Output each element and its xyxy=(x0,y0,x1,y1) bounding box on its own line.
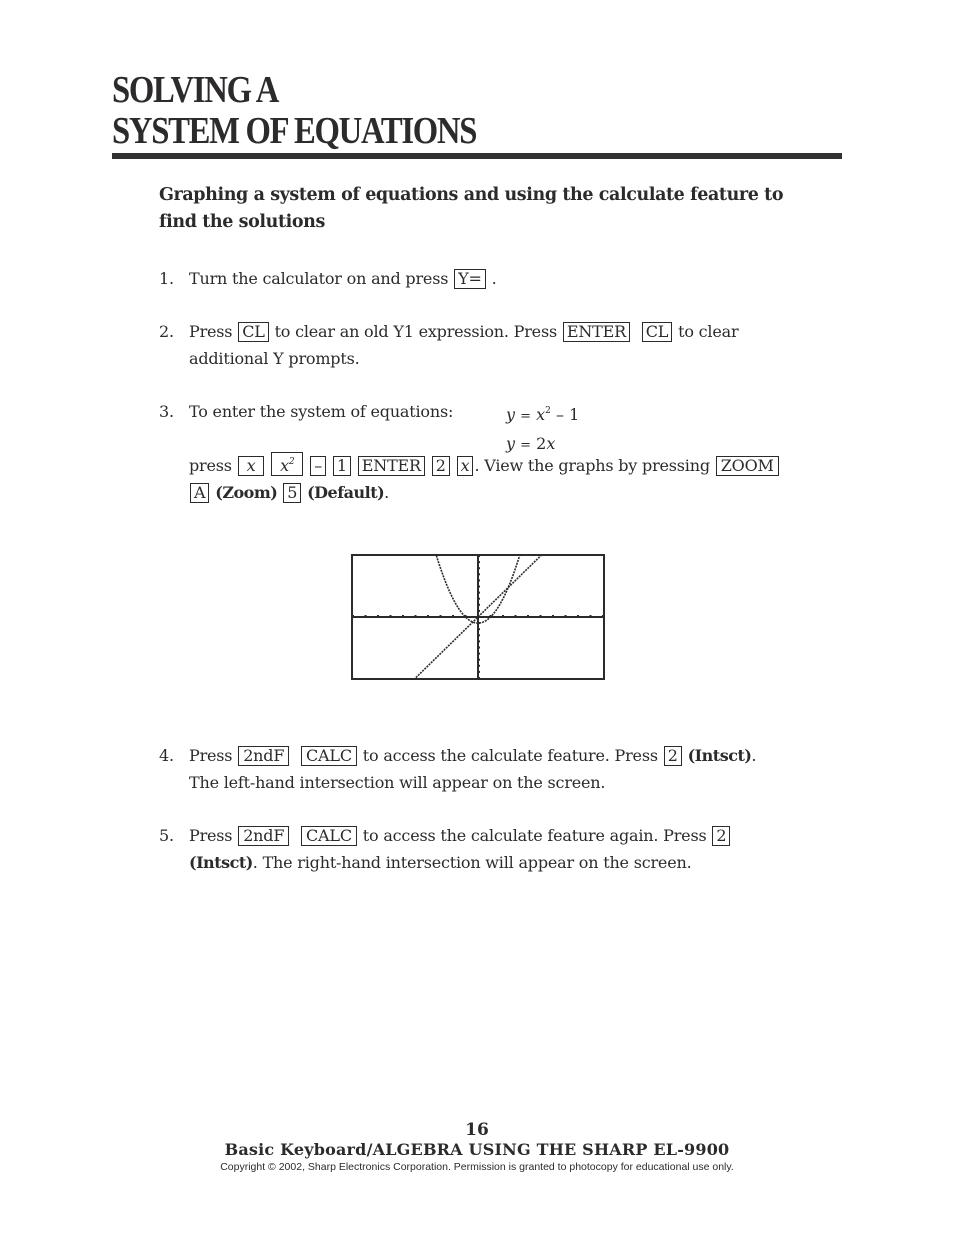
key-x: x xyxy=(237,456,265,476)
step-text: press xyxy=(189,456,232,475)
page-number: 16 xyxy=(465,1120,489,1140)
step-text: additional Y prompts. xyxy=(189,348,360,368)
title-rule xyxy=(112,153,842,159)
step-text: to access the calculate feature. Press xyxy=(362,746,658,765)
step-body: Press 2ndF CALC to access the calculate … xyxy=(189,746,757,792)
step-text: . The right-hand intersection will appea… xyxy=(252,852,692,872)
key-cl: CL xyxy=(238,322,269,342)
key-2: 2 xyxy=(431,456,450,476)
section-subheading: Graphing a system of equations and using… xyxy=(159,185,784,232)
step-text: To enter the system of equations: xyxy=(189,402,454,421)
step-text: to clear xyxy=(678,322,739,341)
key-y-equals: Y= xyxy=(454,269,486,289)
key-5: 5 xyxy=(283,482,302,503)
key-x-squared: x2 xyxy=(271,452,304,476)
step-body: Turn the calculator on and press Y= . xyxy=(189,266,497,293)
key-a: A xyxy=(190,482,210,503)
key-1: 1 xyxy=(332,456,351,476)
step-number: 1. xyxy=(159,269,174,288)
step-text: Press xyxy=(189,322,233,341)
page-title-line-2: SYSTEM OF EQUATIONS xyxy=(112,110,477,152)
key-enter: ENTER xyxy=(562,322,630,342)
key-cl: CL xyxy=(641,322,673,342)
key-zoom: ZOOM xyxy=(715,456,779,476)
key-enter: ENTER xyxy=(357,456,425,476)
equation-2: y = 2x xyxy=(506,433,556,453)
step-number: 5. xyxy=(159,826,174,845)
key-x: x xyxy=(456,456,474,476)
zoom-label: (Zoom) xyxy=(215,482,278,502)
step-text: The left-hand intersection will appear o… xyxy=(189,772,606,792)
key-2ndf: 2ndF xyxy=(238,826,290,846)
step-number: 3. xyxy=(159,402,174,421)
key-2ndf: 2ndF xyxy=(238,746,290,766)
key-2: 2 xyxy=(712,826,731,846)
key-2: 2 xyxy=(663,746,682,766)
step-body: To enter the system of equations: press … xyxy=(189,399,780,506)
intsct-label: (Intsct) xyxy=(687,746,752,765)
page-title: SOLVING A SYSTEM OF EQUATIONS xyxy=(112,69,477,152)
key-calc: CALC xyxy=(301,826,357,846)
step-text: to access the calculate feature again. P… xyxy=(362,826,707,845)
step-body: Press 2ndF CALC to access the calculate … xyxy=(189,823,731,876)
intsct-label: (Intsct) xyxy=(189,852,253,872)
step-body: Press CL to clear an old Y1 expression. … xyxy=(189,319,739,372)
step-text: . xyxy=(491,269,497,288)
equation-system: y = x2 – 1 y = 2x xyxy=(506,398,579,459)
equation-1: y = x2 – 1 xyxy=(506,405,580,424)
graph-plot xyxy=(352,543,604,691)
step-text: Press xyxy=(189,826,233,845)
page-title-line-1: SOLVING A xyxy=(112,69,279,111)
step-text: to clear an old Y1 expression. Press xyxy=(274,322,558,341)
step-text: Press xyxy=(189,746,233,765)
step-number: 2. xyxy=(159,322,174,341)
book-title: Basic Keyboard/ALGEBRA USING THE SHARP E… xyxy=(224,1140,730,1159)
default-label: (Default) xyxy=(307,482,385,502)
key-minus: – xyxy=(310,456,327,476)
step-text: Turn the calculator on and press xyxy=(189,269,449,288)
copyright-notice: Copyright © 2002, Sharp Electronics Corp… xyxy=(220,1161,734,1173)
calculator-graph-screen xyxy=(351,543,605,691)
key-calc: CALC xyxy=(301,746,357,766)
step-number: 4. xyxy=(159,746,174,765)
